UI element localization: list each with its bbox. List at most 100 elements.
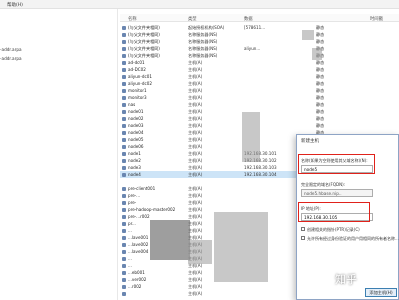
record-name: ... xyxy=(128,256,132,261)
menu-bar: 帮助(H) xyxy=(0,0,399,9)
record-icon xyxy=(122,39,126,44)
record-icon xyxy=(122,95,126,100)
record-icon xyxy=(122,46,126,51)
ptr-checkbox[interactable] xyxy=(301,227,305,231)
tree-label: -addr.arpa xyxy=(0,56,22,61)
record-type: 主机(A) xyxy=(188,291,203,296)
record-icon xyxy=(122,235,126,240)
list-header: 名称 类型 数据 时间戳 xyxy=(120,14,399,22)
record-row[interactable]: monitor1 主机(A) 静态 xyxy=(120,87,399,94)
tree-pane: -addr.arpa -addr.arpa xyxy=(0,9,118,300)
record-data: 192.168.30.103 xyxy=(244,165,277,170)
record-icon xyxy=(122,200,126,205)
record-row[interactable]: (与父文件夹相同)名称服务器(NS)aliyun...静态 xyxy=(120,45,399,52)
record-name: ad-dc01 xyxy=(128,60,145,65)
record-name: pre-... xyxy=(128,193,141,198)
record-name: ...ver002 xyxy=(128,277,147,282)
record-icon xyxy=(122,165,126,170)
record-icon xyxy=(122,207,126,212)
record-icon xyxy=(122,186,126,191)
ptr-label: 创建相关的指针(PTR)记录(C) xyxy=(307,227,360,232)
record-icon xyxy=(122,228,126,233)
record-icon xyxy=(122,214,126,219)
record-name: node1 xyxy=(128,151,141,156)
record-name: pre-hadoop-master002 xyxy=(128,207,176,212)
column-data[interactable]: 数据 xyxy=(244,16,253,22)
record-name: pre- xyxy=(128,200,137,205)
record-name: nas xyxy=(128,102,136,107)
fqdn-field: node5.hbase.nip.. xyxy=(301,189,373,197)
record-icon xyxy=(122,144,126,149)
record-name: monitor1 xyxy=(128,88,147,93)
record-icon xyxy=(122,158,126,163)
blur-mask xyxy=(188,240,212,264)
record-row[interactable]: (与父文件夹相同)名称服务器(NS)静态 xyxy=(120,31,399,38)
record-icon xyxy=(122,284,126,289)
column-name[interactable]: 名称 xyxy=(128,16,137,22)
record-name: aliyun-dc01 xyxy=(128,74,152,79)
record-name: aliyun-dc02 xyxy=(128,81,152,86)
record-row[interactable]: (与父文件夹相同) 起始授权机构(SOA) [578611... 静态 xyxy=(120,24,399,31)
menu-help[interactable]: 帮助(H) xyxy=(7,2,23,8)
record-icon xyxy=(122,242,126,247)
record-row[interactable]: nas 主机(A) 静态 xyxy=(120,101,399,108)
record-row[interactable]: ad-dc01 主机(A) 静态 xyxy=(120,59,399,66)
record-icon xyxy=(122,151,126,156)
dialog-title: 新建主机 xyxy=(301,139,319,144)
record-icon xyxy=(122,81,126,86)
tree-item-reverse-zone[interactable]: -addr.arpa xyxy=(0,47,22,52)
record-icon xyxy=(122,102,126,107)
record-icon xyxy=(122,25,126,30)
tree-label: -addr.arpa xyxy=(0,47,22,52)
allow-update-checkbox[interactable] xyxy=(301,236,305,240)
record-icon xyxy=(122,256,126,261)
record-name: pre-...r002 xyxy=(128,214,150,219)
add-host-button[interactable]: 添加主机(H) xyxy=(365,288,397,297)
blur-mask xyxy=(150,220,190,260)
record-icon xyxy=(122,88,126,93)
record-icon xyxy=(122,60,126,65)
record-data: aliyun... xyxy=(244,46,261,51)
blur-mask xyxy=(302,30,314,40)
record-icon xyxy=(122,130,126,135)
record-name: node2 xyxy=(128,158,141,163)
record-name: node06 xyxy=(128,144,144,149)
record-row[interactable]: aliyun-dc01 主机(A) 静态 xyxy=(120,73,399,80)
highlight-ip xyxy=(298,202,370,222)
record-icon xyxy=(122,221,126,226)
record-name: node01 xyxy=(128,109,144,114)
record-name: pre-client001 xyxy=(128,186,156,191)
record-name: monitor3 xyxy=(128,95,147,100)
record-icon xyxy=(122,172,126,177)
record-name: ...eb001 xyxy=(128,270,145,275)
watermark: 知乎 xyxy=(335,273,357,286)
record-row[interactable]: (与父文件夹相同)名称服务器(NS)静态 xyxy=(120,52,399,59)
column-timestamp[interactable]: 时间戳 xyxy=(370,16,383,22)
record-icon xyxy=(122,193,126,198)
record-icon xyxy=(122,137,126,142)
record-name: ...r002 xyxy=(128,284,142,289)
record-icon xyxy=(122,74,126,79)
record-name: ad-DC02 xyxy=(128,67,146,72)
record-icon xyxy=(122,32,126,37)
record-name: ... xyxy=(128,228,132,233)
record-name: node04 xyxy=(128,130,144,135)
allow-update-label: 允许所有经过身份验证的用户用相同的所有者名称... xyxy=(307,236,399,241)
record-icon xyxy=(122,116,126,121)
record-row[interactable]: aliyun-dc02 主机(A) 静态 xyxy=(120,80,399,87)
record-name: ...lave001 xyxy=(128,235,149,240)
record-row[interactable]: monitor3 主机(A) 静态 xyxy=(120,94,399,101)
record-row[interactable]: ad-DC02 主机(A) 静态 xyxy=(120,66,399,73)
tree-item-reverse-zone[interactable]: -addr.arpa xyxy=(0,56,22,61)
record-name: pr... xyxy=(128,221,136,226)
record-name: ... xyxy=(128,263,132,268)
record-data: [578611... xyxy=(244,25,266,30)
record-name: ...lave004 xyxy=(128,249,149,254)
record-name: node05 xyxy=(128,137,144,142)
column-type[interactable]: 类型 xyxy=(188,16,197,22)
record-icon xyxy=(122,123,126,128)
record-row[interactable]: (与父文件夹相同)名称服务器(NS)静态 xyxy=(120,38,399,45)
record-name: node3 xyxy=(128,165,141,170)
record-icon xyxy=(122,263,126,268)
blur-mask xyxy=(312,48,322,60)
